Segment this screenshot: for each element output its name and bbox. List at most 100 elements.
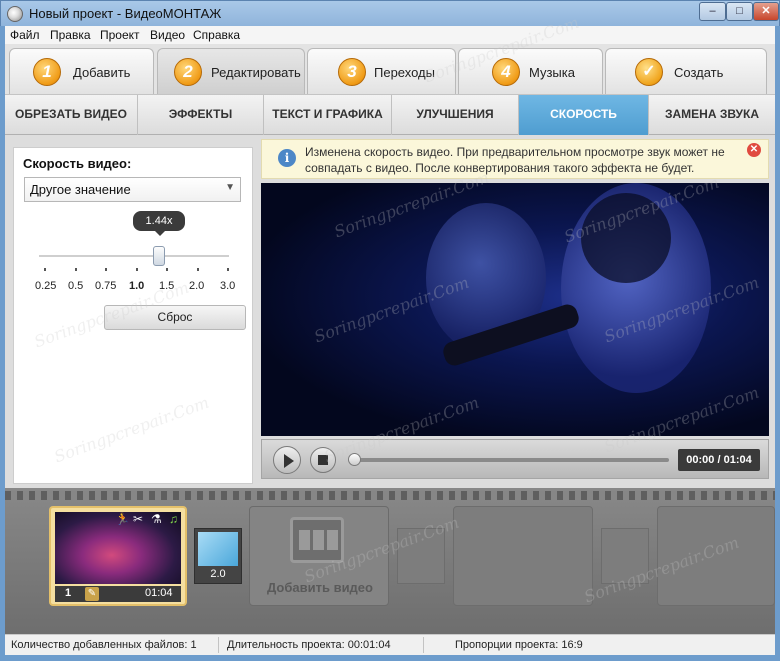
slider-tick [105, 268, 107, 271]
speed-value-tooltip: 1.44x [133, 211, 185, 231]
tab-add[interactable]: 1 Добавить [9, 48, 154, 94]
time-display: 00:00 / 01:04 [678, 449, 760, 471]
window-title: Новый проект - ВидеоМОНТАЖ [29, 6, 222, 21]
subtab-effects[interactable]: ЭФФЕКТЫ [138, 95, 264, 135]
playback-progress[interactable] [356, 458, 669, 462]
video-hair [581, 193, 671, 283]
pencil-icon[interactable]: ✎ [85, 587, 99, 601]
tick-label: 0.75 [95, 280, 117, 292]
status-separator [423, 637, 424, 653]
subtab-text-graphics[interactable]: ТЕКСТ И ГРАФИКА [264, 95, 392, 135]
clip-duration: 01:04 [145, 587, 173, 599]
subtab-speed[interactable]: СКОРОСТЬ [519, 95, 649, 135]
step-badge-4: 4 [492, 58, 520, 86]
play-icon [284, 454, 294, 468]
tick-label: 1.5 [159, 280, 175, 292]
slider-tick [44, 268, 46, 271]
timeline: 🏃 ✂ ⚗ ♫ 1 ✎ 01:04 2.0 Добавить видео [5, 488, 775, 634]
maximize-button[interactable]: □ [726, 2, 753, 21]
menu-video[interactable]: Видео [150, 28, 185, 42]
speed-preset-value: Другое значение [30, 182, 131, 197]
transition-duration: 2.0 [210, 568, 226, 580]
clip-index: 1 [65, 587, 72, 599]
empty-clip-slot [453, 506, 593, 606]
subtab-enhancements[interactable]: УЛУЧШЕНИЯ [392, 95, 519, 135]
menu-file[interactable]: Файл [10, 28, 40, 42]
play-button[interactable] [273, 446, 301, 474]
video-preview[interactable] [261, 183, 769, 436]
film-frame [327, 530, 338, 550]
minimize-button[interactable]: – [699, 2, 726, 21]
scissors-icon[interactable]: ✂ [133, 512, 143, 526]
running-icon[interactable]: 🏃 [115, 512, 130, 526]
tick-label: 0.5 [68, 280, 84, 292]
menu-project[interactable]: Проект [100, 28, 140, 42]
empty-transition-slot [601, 528, 649, 584]
step-badge-2: 2 [174, 58, 202, 86]
status-bar: Количество добавленных файлов: 1 Длитель… [5, 634, 775, 655]
edit-subtabs: ОБРЕЗАТЬ ВИДЕО ЭФФЕКТЫ ТЕКСТ И ГРАФИКА У… [5, 94, 775, 135]
film-frame [313, 530, 324, 550]
film-icon [290, 517, 344, 563]
playback-knob[interactable] [348, 453, 361, 466]
info-icon: i [278, 149, 296, 167]
tab-music-label: Музыка [529, 65, 575, 80]
stop-button[interactable] [310, 447, 336, 473]
tick-label: 0.25 [35, 280, 57, 292]
speed-preset-select[interactable]: Другое значение ▼ [24, 177, 241, 202]
menu-edit[interactable]: Правка [50, 28, 91, 42]
slider-tick [75, 268, 77, 271]
menu-help[interactable]: Справка [193, 28, 240, 42]
music-icon[interactable]: ♫ [169, 512, 178, 526]
speed-slider-thumb[interactable] [153, 246, 165, 266]
slider-tick [197, 268, 199, 271]
close-window-button[interactable]: ✕ [753, 2, 779, 21]
tab-create[interactable]: ✓ Создать [605, 48, 767, 94]
tick-label: 2.0 [189, 280, 205, 292]
speed-panel: Скорость видео: Другое значение ▼ 1.44x … [13, 147, 253, 484]
stop-icon [318, 455, 328, 465]
tick-label: 1.0 [129, 280, 145, 292]
tab-add-label: Добавить [73, 65, 131, 80]
close-notice-icon[interactable]: ✕ [747, 143, 761, 157]
reset-button[interactable]: Сброс [104, 305, 246, 330]
menu-bar: Файл Правка Проект Видео Справка [5, 26, 775, 44]
checkmark-icon: ✓ [635, 58, 663, 86]
tab-music[interactable]: 4 Музыка [458, 48, 603, 94]
speed-notice: i Изменена скорость видео. При предварит… [261, 139, 769, 179]
flask-icon[interactable]: ⚗ [151, 512, 162, 526]
player-controls: 00:00 / 01:04 [261, 439, 769, 479]
speed-title: Скорость видео: [23, 156, 132, 171]
slider-tick [136, 268, 138, 271]
transition-thumbnail [198, 532, 238, 566]
transition-block[interactable]: 2.0 [194, 528, 242, 584]
step-tabs: 1 Добавить 2 Редактировать 3 Переходы 4 … [5, 44, 775, 94]
tab-edit-label: Редактировать [211, 65, 301, 80]
empty-transition-slot [397, 528, 445, 584]
status-file-count: Количество добавленных файлов: 1 [11, 639, 197, 651]
subtab-replace-sound[interactable]: ЗАМЕНА ЗВУКА [649, 95, 775, 135]
notice-line-2: совпадать с видео. После конвертирования… [305, 161, 695, 175]
timeline-filmstrip [5, 491, 775, 500]
clip-info-bar: 1 ✎ 01:04 [55, 586, 181, 602]
slider-tick [166, 268, 168, 271]
tick-label: 3.0 [220, 280, 236, 292]
timeline-clip[interactable]: 🏃 ✂ ⚗ ♫ 1 ✎ 01:04 [49, 506, 187, 606]
add-video-label: Добавить видео [267, 580, 373, 595]
app-client-area: Файл Правка Проект Видео Справка 1 Добав… [5, 26, 775, 655]
speed-slider-track[interactable] [39, 255, 229, 257]
step-badge-1: 1 [33, 58, 61, 86]
title-bar: Новый проект - ВидеоМОНТАЖ – □ ✕ [0, 0, 780, 26]
app-icon [7, 6, 23, 22]
tab-transitions[interactable]: 3 Переходы [307, 48, 456, 94]
status-aspect-ratio: Пропорции проекта: 16:9 [455, 639, 583, 651]
tooltip-tail [154, 230, 166, 236]
tab-edit[interactable]: 2 Редактировать [157, 48, 305, 94]
add-video-button[interactable]: Добавить видео [249, 506, 389, 606]
tab-create-label: Создать [674, 65, 724, 80]
status-separator [218, 637, 219, 653]
notice-line-1: Изменена скорость видео. При предварител… [305, 145, 725, 159]
subtab-trim[interactable]: ОБРЕЗАТЬ ВИДЕО [5, 95, 138, 135]
status-duration: Длительность проекта: 00:01:04 [227, 639, 391, 651]
slider-tick [227, 268, 229, 271]
